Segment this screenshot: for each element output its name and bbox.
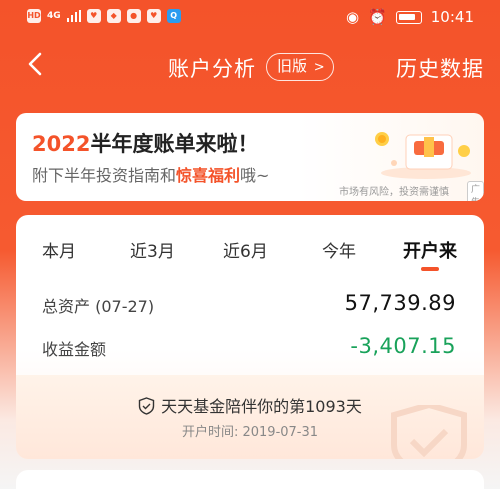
total-assets-label: 总资产 (07-27) [42, 297, 155, 316]
banner-headline-text: 半年度账单来啦！ [90, 132, 259, 156]
tab-6-months[interactable]: 近6月 [223, 237, 268, 262]
shield-check-icon [138, 397, 155, 415]
banner-sub-highlight: 惊喜福利 [176, 166, 241, 185]
signal-icon: 4G [47, 11, 61, 21]
next-card-edge [16, 470, 484, 489]
open-date: 开户时间: 2019-07-31 [181, 425, 319, 440]
hd-icon: HD [27, 9, 41, 23]
account-summary-card: 本月 近3月 近6月 今年 开户来 总资产 (07-27) 57,739.89 … [16, 215, 484, 459]
signal-bars-icon [66, 10, 81, 22]
profit-label: 收益金额 [42, 340, 107, 359]
banner-sub-suffix: 哦~ [240, 166, 270, 185]
total-assets-value: 57,739.89 [344, 291, 456, 315]
banner-year: 2022 [32, 132, 91, 156]
half-year-bill-banner[interactable]: 2022半年度账单来啦！ 附下半年投资指南和惊喜福利哦~ 市场有风险，投资需谨慎… [16, 113, 484, 201]
chevron-right-icon: > [313, 60, 325, 75]
banner-subtitle: 附下半年投资指南和惊喜福利哦~ [32, 162, 269, 186]
old-version-button[interactable]: 旧版 > [266, 53, 334, 81]
profit-value: -3,407.15 [350, 334, 456, 358]
search-app-icon: Q [166, 9, 181, 23]
risk-disclaimer: 市场有风险，投资需谨慎 [339, 187, 449, 198]
banner-headline: 2022半年度账单来啦！ [32, 128, 258, 158]
old-version-label: 旧版 [277, 57, 308, 75]
tab-3-months[interactable]: 近3月 [130, 237, 175, 262]
status-left-icons: HD 4G ♥ ◆ ● ♥ Q [27, 9, 181, 23]
gift-illustration [375, 132, 471, 179]
period-tabs: 本月 近3月 近6月 今年 开户来 [16, 237, 484, 277]
page-title: 账户分析 [168, 57, 256, 81]
companion-days: 天天基金陪伴你的第1093天 [161, 397, 362, 416]
tab-this-month[interactable]: 本月 [42, 237, 76, 262]
tab-since-opening-label: 开户来 [403, 241, 457, 262]
clock-time: 10:41 [430, 8, 474, 26]
chevron-left-icon [28, 52, 42, 76]
alarm-icon: ⏰ [368, 8, 387, 26]
eye-icon: ◉ [345, 8, 360, 26]
heart-app-icon: ♥ [86, 9, 101, 23]
back-button[interactable] [26, 50, 44, 83]
nav-bar: 账户分析 旧版 > 历史数据 [0, 40, 500, 92]
app-icon: ● [126, 9, 141, 23]
history-data-button[interactable]: 历史数据 [396, 53, 484, 83]
tab-this-year[interactable]: 今年 [322, 237, 356, 262]
heart-app-icon: ♥ [146, 9, 161, 23]
app-icon: ◆ [106, 9, 121, 23]
status-bar: HD 4G ♥ ◆ ● ♥ Q ◉ ⏰ 10:41 [0, 0, 500, 36]
battery-icon [395, 10, 422, 24]
active-tab-indicator [421, 267, 439, 271]
status-right: ◉ ⏰ 10:41 [346, 8, 474, 26]
ad-badge: 广告 [467, 181, 484, 201]
companion-text: 天天基金陪伴你的第1093天 [16, 393, 484, 417]
banner-sub-prefix: 附下半年投资指南和 [32, 166, 177, 185]
tab-since-opening[interactable]: 开户来 [403, 237, 457, 271]
